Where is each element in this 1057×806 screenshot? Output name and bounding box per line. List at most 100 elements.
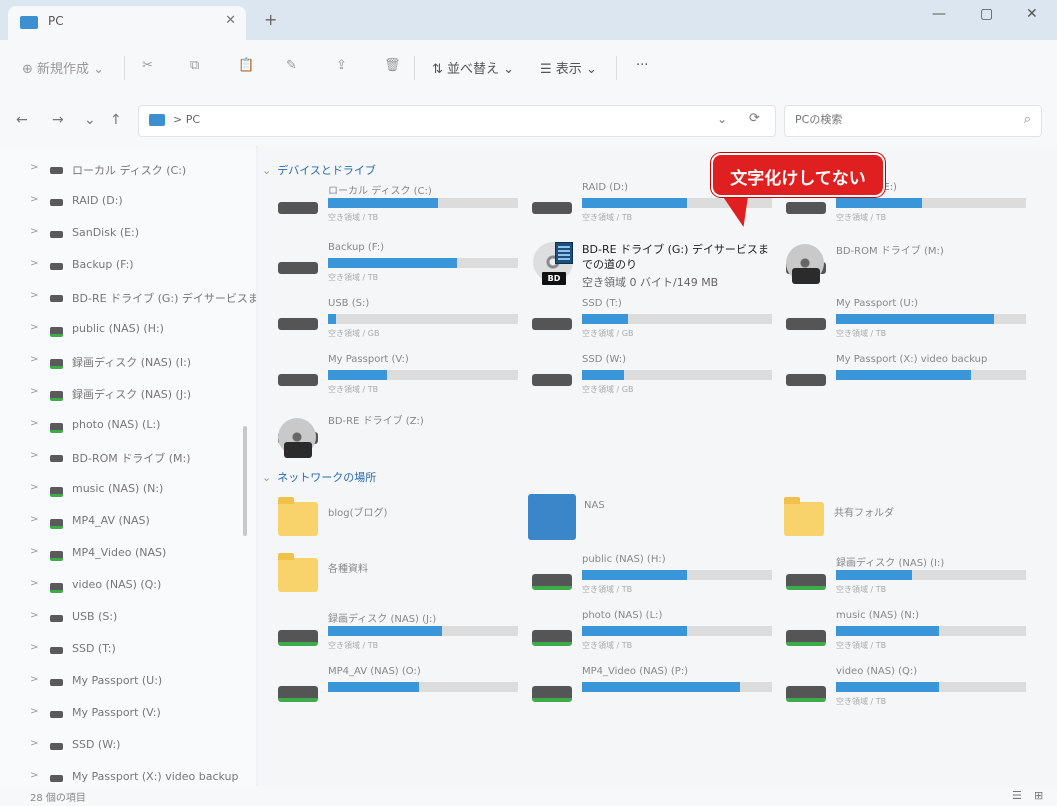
more-button[interactable]: ··· bbox=[636, 58, 648, 73]
sidebar-item[interactable]: > video (NAS) (Q:) bbox=[0, 570, 240, 602]
forward-button[interactable]: → bbox=[52, 112, 64, 128]
navigation-pane[interactable]: > ローカル ディスク (C:) > RAID (D:) > SanDisk (E:) > B… bbox=[0, 146, 256, 786]
search-icon[interactable]: ⌕ bbox=[1024, 112, 1031, 127]
drive-item[interactable]: My Passport (X:) video backup bbox=[766, 352, 1026, 410]
section-header-network[interactable]: ⌄ ネットワークの場所 bbox=[262, 469, 376, 485]
drive-item[interactable]: 録画ディスク (NAS) (J:) 空き領域 / TB bbox=[258, 608, 518, 666]
nas-icon[interactable] bbox=[528, 494, 576, 540]
recent-dropdown[interactable]: ⌄ bbox=[84, 112, 96, 128]
drive-item[interactable]: SSD (W:) 空き領域 / GB bbox=[512, 352, 772, 410]
sidebar-scrollbar[interactable] bbox=[243, 426, 247, 536]
tiles-view-icon[interactable]: ⊞ bbox=[1034, 789, 1043, 802]
drive-item[interactable]: SSD (T:) 空き領域 / GB bbox=[512, 296, 772, 354]
breadcrumb[interactable]: > PC bbox=[173, 113, 200, 126]
sidebar-item[interactable]: > SSD (T:) bbox=[0, 634, 240, 666]
chevron-right-icon[interactable]: > bbox=[30, 386, 38, 397]
drive-item[interactable]: photo (NAS) (L:) 空き領域 / TB bbox=[512, 608, 772, 666]
maximize-button[interactable]: ▢ bbox=[980, 6, 993, 22]
paste-icon[interactable]: 📋 bbox=[238, 58, 254, 73]
drive-item[interactable]: MP4_Video (NAS) (P:) bbox=[512, 664, 772, 722]
chevron-right-icon[interactable]: > bbox=[30, 322, 38, 333]
new-tab-button[interactable]: + bbox=[264, 10, 277, 29]
refresh-icon[interactable]: ⟳ bbox=[749, 111, 760, 126]
cut-icon[interactable]: ✂ bbox=[142, 58, 153, 73]
search-box[interactable]: ⌕ bbox=[784, 105, 1042, 137]
sidebar-item[interactable]: > My Passport (U:) bbox=[0, 666, 240, 698]
capacity-bar bbox=[328, 314, 518, 324]
chevron-right-icon[interactable]: > bbox=[30, 354, 38, 365]
chevron-right-icon[interactable]: > bbox=[30, 578, 38, 589]
bd-re-drive-item[interactable]: BD BD-RE ドライブ (G:) デイサービスまでの道のり 空き領域 0 バ… bbox=[530, 240, 776, 290]
sidebar-item[interactable]: > SanDisk (E:) bbox=[0, 218, 240, 250]
chevron-right-icon[interactable]: > bbox=[30, 738, 38, 749]
sidebar-item[interactable]: > BD-ROM ドライブ (M:) bbox=[0, 442, 240, 474]
copy-icon[interactable]: ⧉ bbox=[190, 58, 199, 73]
sidebar-item[interactable]: > My Passport (X:) video backup bbox=[0, 762, 240, 786]
chevron-right-icon[interactable]: > bbox=[30, 482, 38, 493]
chevron-right-icon[interactable]: > bbox=[30, 418, 38, 429]
sidebar-item[interactable]: > RAID (D:) bbox=[0, 186, 240, 218]
tab-pc[interactable]: PC ✕ bbox=[8, 6, 246, 40]
sidebar-item[interactable]: > Backup (F:) bbox=[0, 250, 240, 282]
drive-name: BD-RE ドライブ (Z:) bbox=[328, 416, 424, 427]
up-button[interactable]: ↑ bbox=[110, 112, 122, 128]
sidebar-item[interactable]: > public (NAS) (H:) bbox=[0, 314, 240, 346]
folder-icon[interactable] bbox=[784, 497, 824, 536]
drive-item[interactable]: public (NAS) (H:) 空き領域 / TB bbox=[512, 552, 772, 610]
minimize-button[interactable]: — bbox=[932, 6, 946, 22]
chevron-right-icon[interactable]: > bbox=[30, 226, 38, 237]
sidebar-item[interactable]: > 録画ディスク (NAS) (I:) bbox=[0, 346, 240, 378]
chevron-right-icon[interactable]: > bbox=[30, 290, 38, 301]
folder-icon[interactable] bbox=[278, 497, 318, 536]
sidebar-item[interactable]: > ローカル ディスク (C:) bbox=[0, 154, 240, 186]
drive-item[interactable]: 録画ディスク (NAS) (I:) 空き領域 / TB bbox=[766, 552, 1026, 610]
chevron-down-icon[interactable]: ⌄ bbox=[717, 112, 727, 126]
drive-name: 録画ディスク (NAS) (I:) bbox=[836, 558, 945, 569]
delete-icon[interactable]: 🗑 bbox=[384, 58, 401, 73]
drive-item[interactable]: music (NAS) (N:) 空き領域 / TB bbox=[766, 608, 1026, 666]
drive-item[interactable]: My Passport (V:) 空き領域 / TB bbox=[258, 352, 518, 410]
sidebar-item[interactable]: > SSD (W:) bbox=[0, 730, 240, 762]
chevron-right-icon[interactable]: > bbox=[30, 706, 38, 717]
drive-item[interactable]: ローカル ディスク (C:) 空き領域 / TB bbox=[258, 180, 518, 238]
chevron-right-icon[interactable]: > bbox=[30, 770, 38, 781]
drive-item[interactable]: MP4_AV (NAS) (O:) bbox=[258, 664, 518, 722]
sidebar-item[interactable]: > music (NAS) (N:) bbox=[0, 474, 240, 506]
share-icon[interactable]: ⇪ bbox=[336, 58, 347, 73]
drive-icon bbox=[786, 574, 826, 590]
details-view-icon[interactable]: ☰ bbox=[1012, 789, 1022, 802]
sidebar-item[interactable]: > MP4_Video (NAS) bbox=[0, 538, 240, 570]
chevron-right-icon[interactable]: > bbox=[30, 546, 38, 557]
chevron-right-icon[interactable]: > bbox=[30, 610, 38, 621]
sidebar-item[interactable]: > My Passport (V:) bbox=[0, 698, 240, 730]
sidebar-item[interactable]: > photo (NAS) (L:) bbox=[0, 410, 240, 442]
section-header-devices[interactable]: ⌄ デバイスとドライブ bbox=[262, 162, 376, 178]
sidebar-item[interactable]: > USB (S:) bbox=[0, 602, 240, 634]
drive-icon bbox=[50, 519, 63, 529]
back-button[interactable]: ← bbox=[16, 112, 28, 128]
new-button[interactable]: ⊕ 新規作成 ⌄ bbox=[22, 58, 104, 77]
close-window-button[interactable]: ✕ bbox=[1026, 6, 1038, 22]
rename-icon[interactable]: ✎ bbox=[286, 58, 297, 73]
sidebar-item[interactable]: > BD-RE ドライブ (G:) デイサービスまで bbox=[0, 282, 256, 314]
drive-item[interactable]: Backup (F:) 空き領域 / TB bbox=[258, 240, 518, 298]
close-tab-icon[interactable]: ✕ bbox=[225, 13, 236, 28]
chevron-right-icon[interactable]: > bbox=[30, 162, 38, 173]
sidebar-item[interactable]: > MP4_AV (NAS) bbox=[0, 506, 240, 538]
search-input[interactable] bbox=[793, 112, 1007, 127]
drive-item[interactable]: video (NAS) (Q:) 空き領域 / TB bbox=[766, 664, 1026, 722]
chevron-right-icon[interactable]: > bbox=[30, 450, 38, 461]
view-button[interactable]: ☰ 表示 ⌄ bbox=[540, 58, 597, 77]
chevron-right-icon[interactable]: > bbox=[30, 674, 38, 685]
sort-button[interactable]: ⇅ 並べ替え ⌄ bbox=[432, 58, 514, 77]
drive-item[interactable]: USB (S:) 空き領域 / GB bbox=[258, 296, 518, 354]
chevron-right-icon[interactable]: > bbox=[30, 194, 38, 205]
bd-badge: BD bbox=[542, 272, 566, 285]
drive-item[interactable]: My Passport (U:) 空き領域 / TB bbox=[766, 296, 1026, 354]
address-bar[interactable]: > PC ⌄ ⟳ bbox=[138, 105, 776, 137]
folder-icon[interactable] bbox=[278, 553, 318, 592]
chevron-right-icon[interactable]: > bbox=[30, 642, 38, 653]
chevron-right-icon[interactable]: > bbox=[30, 514, 38, 525]
chevron-right-icon[interactable]: > bbox=[30, 258, 38, 269]
sidebar-item[interactable]: > 録画ディスク (NAS) (J:) bbox=[0, 378, 240, 410]
